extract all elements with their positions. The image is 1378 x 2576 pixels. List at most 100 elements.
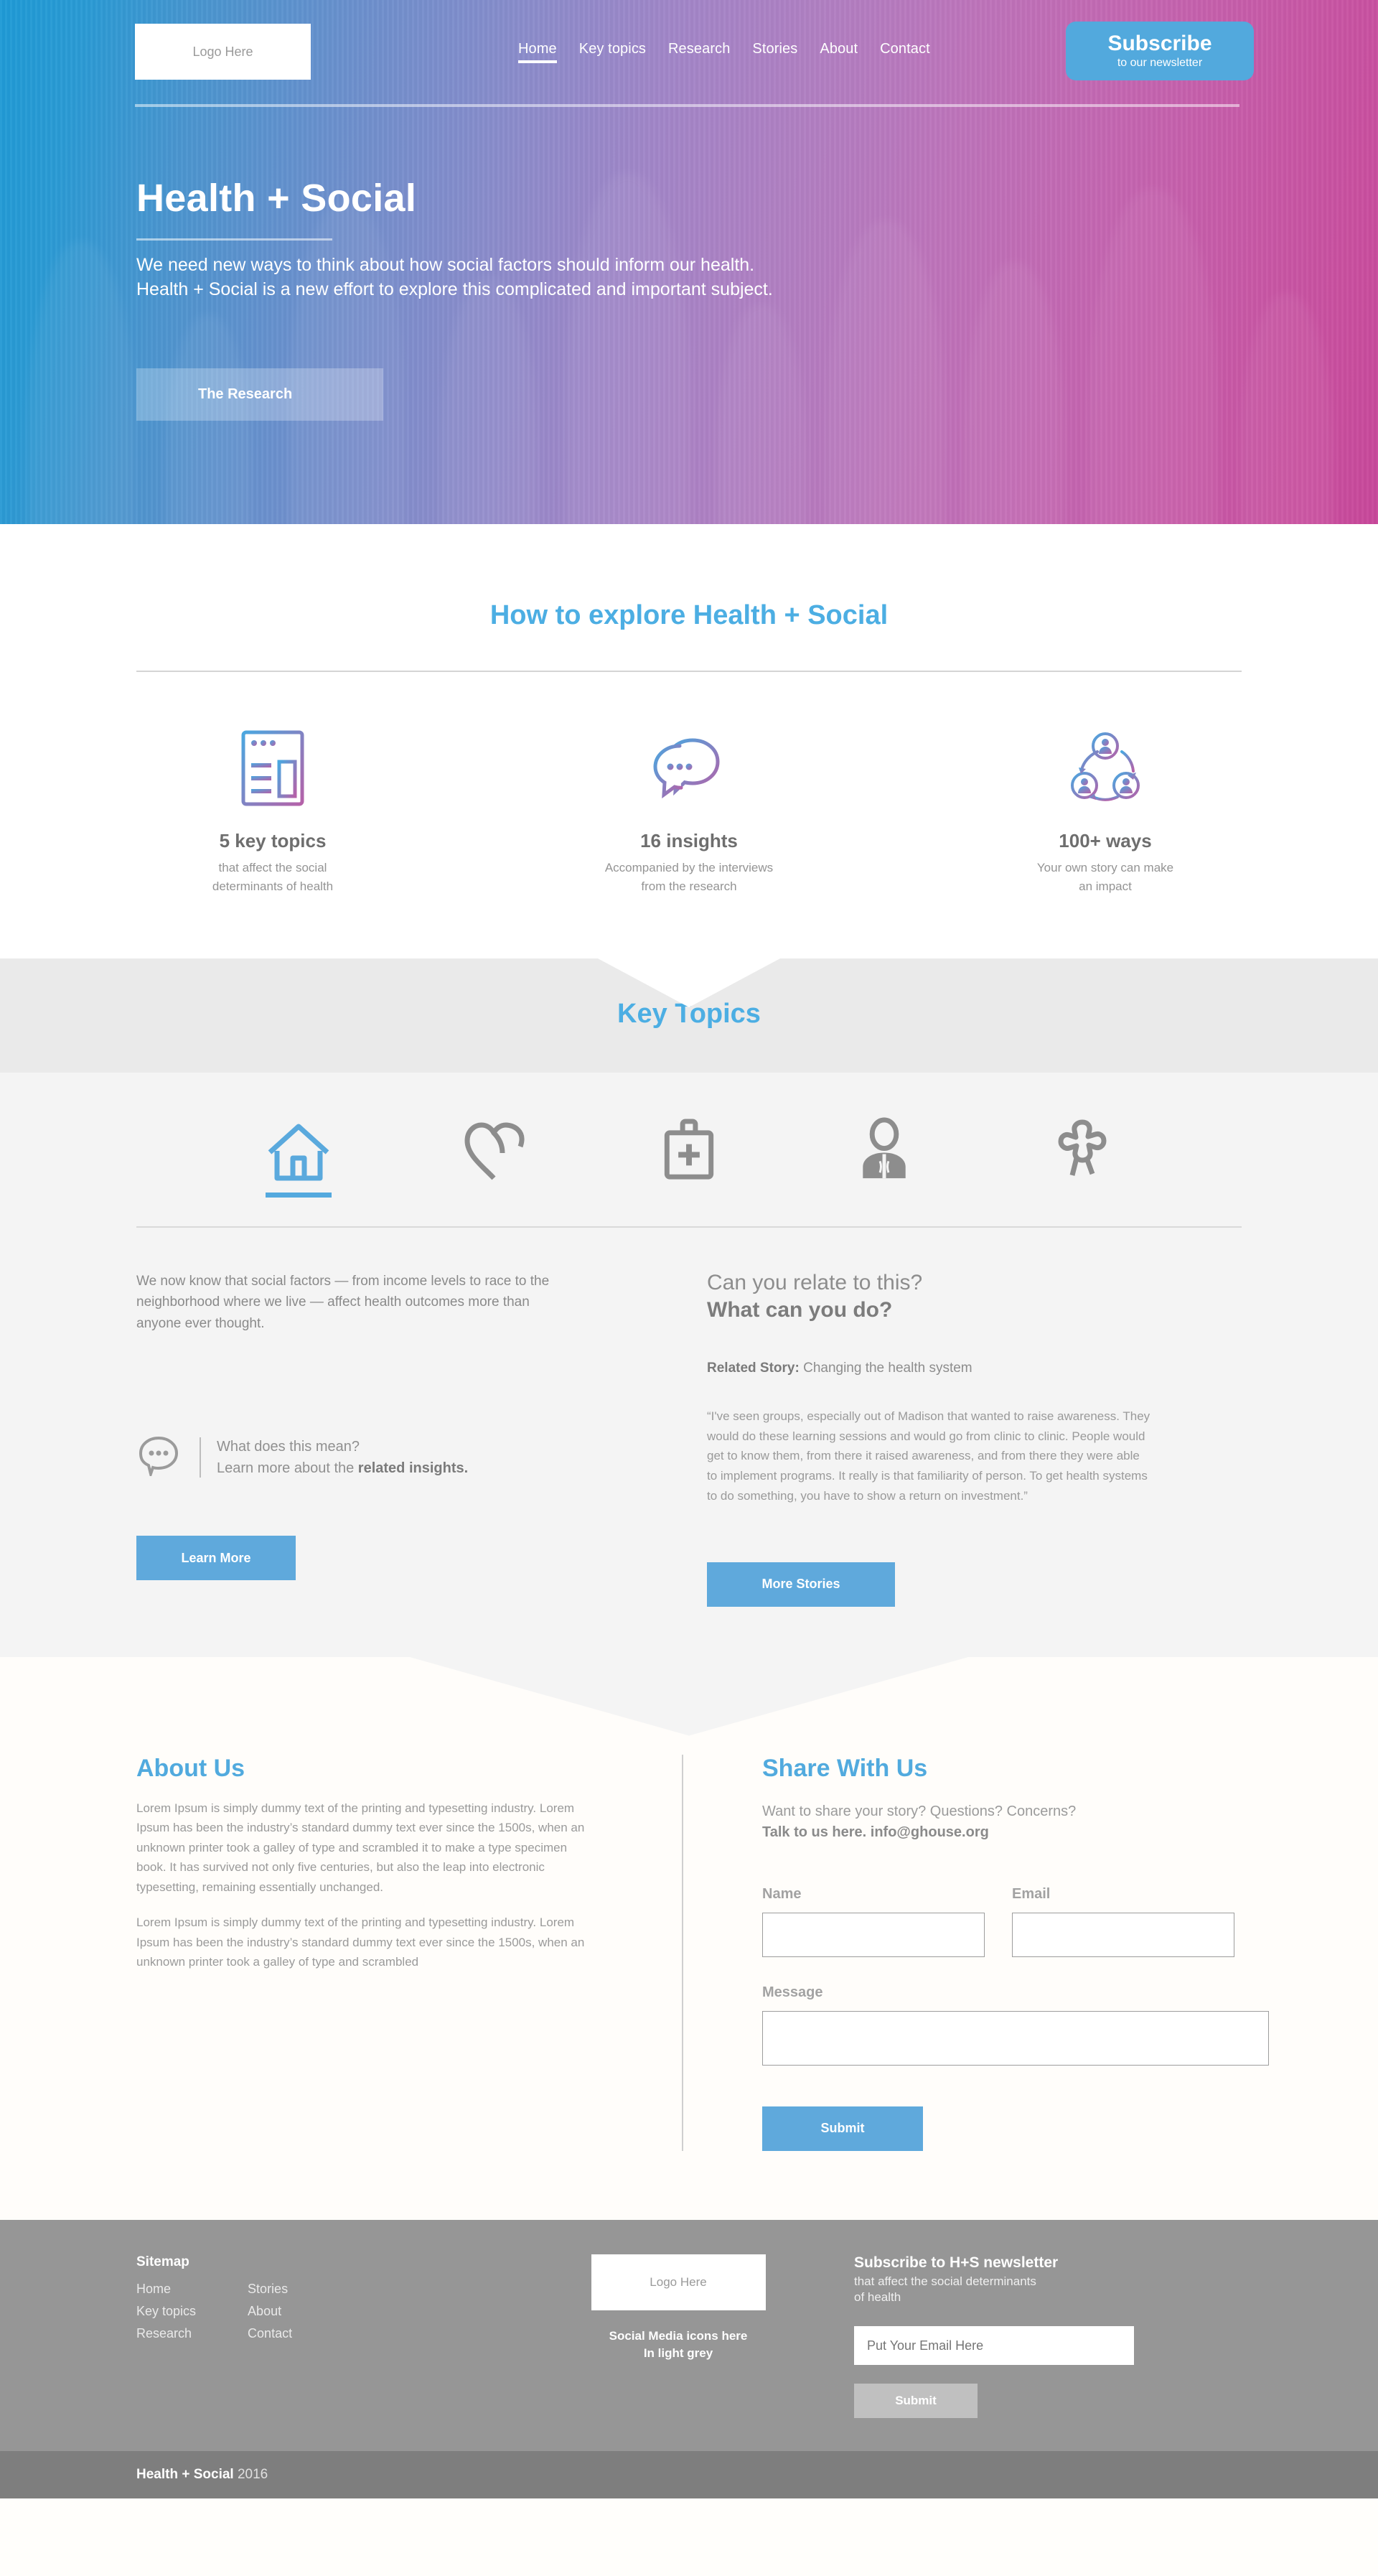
hero-subtitle: We need new ways to think about how soci… bbox=[136, 253, 1227, 302]
nav-item-home[interactable]: Home bbox=[518, 41, 557, 63]
nav-item-stories[interactable]: Stories bbox=[752, 41, 797, 60]
header-divider bbox=[135, 104, 1239, 107]
topic-tab-medical-bag[interactable] bbox=[637, 1117, 741, 1198]
copyright-bar: Health + Social 2016 bbox=[0, 2451, 1378, 2499]
name-input[interactable] bbox=[762, 1912, 985, 1957]
topic-tab-underline bbox=[851, 1193, 917, 1198]
browser-window-icon bbox=[125, 727, 421, 810]
stat-desc-line-1: Your own story can make bbox=[1036, 861, 1174, 874]
footer-link-key-topics[interactable]: Key topics bbox=[136, 2304, 196, 2318]
list-item: Contact bbox=[248, 2326, 292, 2341]
topic-tab-person[interactable] bbox=[832, 1117, 937, 1198]
footer-newsletter: Subscribe to H+S newsletter that affect … bbox=[840, 2254, 1242, 2419]
header-logo[interactable]: Logo Here bbox=[135, 24, 311, 80]
footer-newsletter-sub-line-2: of health bbox=[854, 2290, 901, 2305]
subscribe-button-subtitle: to our newsletter bbox=[1117, 57, 1203, 70]
list-item: Home bbox=[136, 2282, 196, 2297]
how-to-explore-section: How to explore Health + Social 5 key top… bbox=[0, 524, 1378, 958]
topic-tab-underline bbox=[1046, 1193, 1112, 1198]
hero-section: Logo Here Home Key topics Research Stori… bbox=[0, 0, 1378, 524]
key-topics-icon-row bbox=[0, 1073, 1378, 1198]
name-field-group: Name bbox=[762, 1886, 985, 1957]
footer-social-line-1: Social Media icons here bbox=[609, 2328, 748, 2343]
footer-center: Logo Here Social Media icons here In lig… bbox=[517, 2254, 840, 2419]
hero-subtitle-line-1: We need new ways to think about how soci… bbox=[136, 255, 755, 275]
footer-submit-button[interactable]: Submit bbox=[854, 2384, 978, 2419]
footer-sitemap-title: Sitemap bbox=[136, 2254, 189, 2269]
related-insights-block[interactable]: What does this mean? Learn more about th… bbox=[136, 1434, 628, 1480]
share-subtitle-line-1: Want to share your story? Questions? Con… bbox=[762, 1803, 1077, 1819]
insights-link[interactable]: related insights. bbox=[358, 1460, 468, 1476]
message-field-group: Message bbox=[762, 1984, 1269, 2069]
insights-line-2: Learn more about the related insights. bbox=[217, 1457, 468, 1479]
message-textarea[interactable] bbox=[762, 2010, 1269, 2066]
key-topics-columns: We now know that social factors — from i… bbox=[136, 1228, 1242, 1607]
insights-vertical-divider bbox=[200, 1437, 201, 1478]
stat-ways-desc: Your own story can make an impact bbox=[957, 859, 1253, 895]
stat-insights-desc: Accompanied by the interviews from the r… bbox=[541, 859, 837, 895]
footer-newsletter-title: Subscribe to H+S newsletter bbox=[854, 2254, 1059, 2271]
topic-tab-underline bbox=[656, 1193, 722, 1198]
footer-link-home[interactable]: Home bbox=[136, 2282, 171, 2296]
insights-text: What does this mean? Learn more about th… bbox=[217, 1436, 468, 1479]
about-us-column: About Us Lorem Ipsum is simply dummy tex… bbox=[136, 1755, 682, 2151]
explore-title: How to explore Health + Social bbox=[489, 600, 889, 630]
relate-question-line-2: What can you do? bbox=[707, 1298, 893, 1322]
nav-item-about[interactable]: About bbox=[820, 41, 858, 60]
copyright-year: 2016 bbox=[237, 2467, 268, 2483]
page-root: Logo Here Home Key topics Research Stori… bbox=[0, 0, 1378, 2499]
nav-item-contact[interactable]: Contact bbox=[880, 41, 930, 60]
stat-ways: 100+ ways Your own story can make an imp… bbox=[957, 727, 1253, 895]
related-story-label: Related Story: bbox=[707, 1361, 800, 1376]
learn-more-button[interactable]: Learn More bbox=[136, 1536, 296, 1581]
list-item: Research bbox=[136, 2326, 196, 2341]
people-cycle-icon bbox=[957, 727, 1253, 810]
footer-links: Home Key topics Research Stories About C… bbox=[136, 2282, 517, 2348]
share-with-us-column: Share With Us Want to share your story? … bbox=[683, 1754, 1269, 2151]
key-topics-right-column: Can you relate to this? What can you do?… bbox=[671, 1271, 1242, 1607]
message-label: Message bbox=[762, 1984, 823, 2000]
footer-link-stories[interactable]: Stories bbox=[248, 2282, 288, 2296]
stat-desc-line-2: determinants of health bbox=[212, 879, 334, 893]
main-navigation: Home Key topics Research Stories About C… bbox=[518, 41, 930, 63]
footer-logo[interactable]: Logo Here bbox=[591, 2254, 766, 2310]
footer-link-about[interactable]: About bbox=[248, 2304, 281, 2318]
related-story: Related Story: Changing the health syste… bbox=[707, 1361, 1242, 1376]
topic-tab-home[interactable] bbox=[246, 1117, 351, 1198]
name-label: Name bbox=[762, 1885, 802, 1902]
email-field-group: Email bbox=[1012, 1886, 1234, 1957]
list-item: About bbox=[248, 2304, 292, 2319]
nav-item-research[interactable]: Research bbox=[668, 41, 730, 60]
key-topics-section: We now know that social factors — from i… bbox=[0, 1073, 1378, 1657]
subscribe-button[interactable]: Subscribe to our newsletter bbox=[1066, 22, 1254, 80]
footer-email-input[interactable] bbox=[854, 2326, 1134, 2366]
about-share-section: About Us Lorem Ipsum is simply dummy tex… bbox=[0, 1656, 1378, 2220]
stat-insights: 16 insights Accompanied by the interview… bbox=[541, 727, 837, 895]
stat-insights-number: 16 insights bbox=[640, 830, 738, 851]
contact-form-row: Name Email bbox=[762, 1886, 1242, 1957]
more-stories-button[interactable]: More Stories bbox=[707, 1562, 895, 1607]
copyright-text: Health + Social 2016 bbox=[136, 2467, 1242, 2483]
footer-link-research[interactable]: Research bbox=[136, 2326, 192, 2341]
topic-tab-heart[interactable] bbox=[441, 1117, 546, 1198]
related-story-title[interactable]: Changing the health system bbox=[803, 1361, 972, 1376]
email-label: Email bbox=[1012, 1885, 1051, 1902]
stat-desc-line-1: Accompanied by the interviews bbox=[604, 861, 774, 874]
footer-link-contact[interactable]: Contact bbox=[248, 2326, 292, 2341]
list-item: Stories bbox=[248, 2282, 292, 2297]
footer-newsletter-subtitle: that affect the social determinants of h… bbox=[854, 2274, 1242, 2307]
speech-bubble-icon bbox=[136, 1434, 181, 1480]
speech-bubbles-icon bbox=[541, 727, 837, 810]
footer-links-column-2: Stories About Contact bbox=[248, 2282, 292, 2348]
share-contact-email[interactable]: Talk to us here. info@ghouse.org bbox=[762, 1824, 989, 1840]
story-quote: “I've seen groups, especially out of Mad… bbox=[707, 1409, 1150, 1503]
explore-stats: 5 key topics that affect the social dete… bbox=[0, 672, 1378, 958]
about-us-title: About Us bbox=[136, 1754, 245, 1782]
share-with-us-title: Share With Us bbox=[762, 1754, 928, 1782]
nav-item-key-topics[interactable]: Key topics bbox=[579, 41, 646, 60]
topic-tab-active-underline bbox=[266, 1193, 332, 1198]
email-input[interactable] bbox=[1012, 1912, 1234, 1957]
the-research-button[interactable]: The Research bbox=[136, 368, 383, 421]
topic-tab-puzzle[interactable] bbox=[1027, 1117, 1132, 1198]
contact-submit-button[interactable]: Submit bbox=[762, 2106, 923, 2151]
